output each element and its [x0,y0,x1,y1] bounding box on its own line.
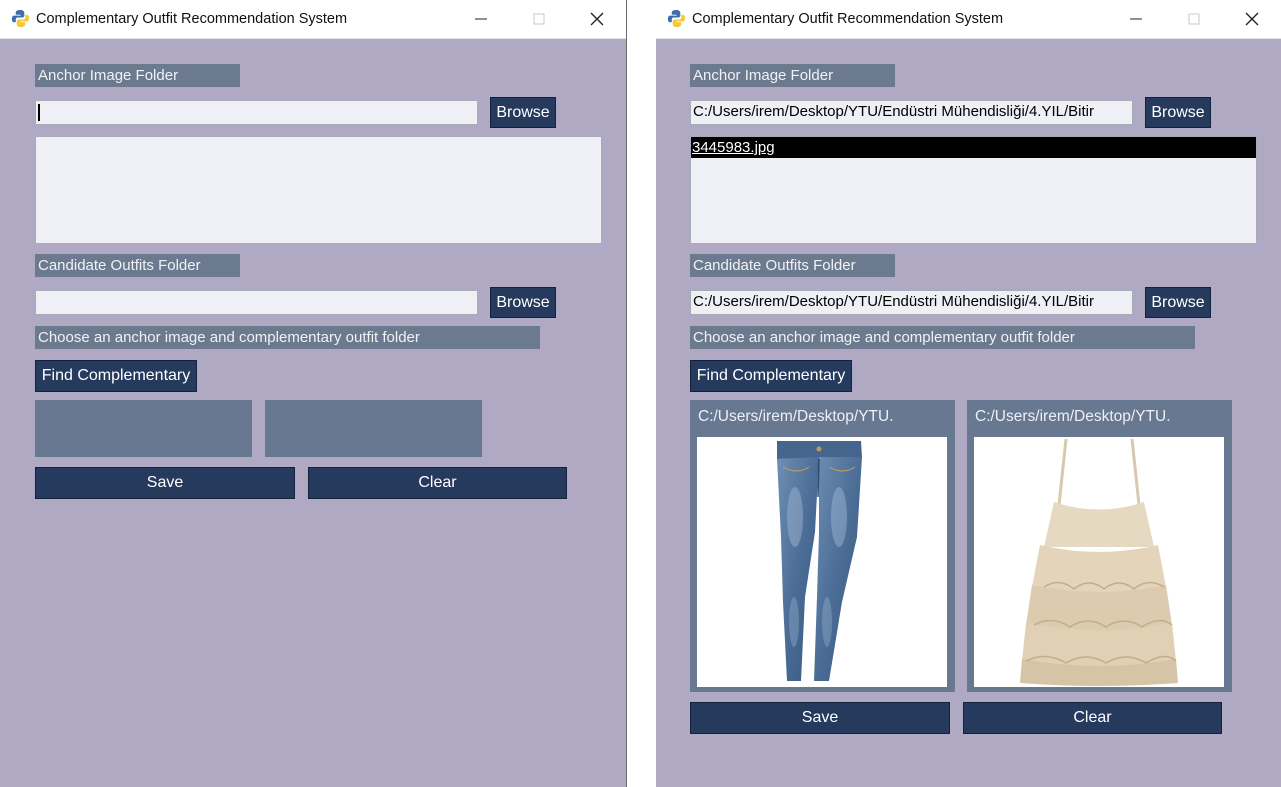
ruffled-top-icon [1020,438,1178,686]
result-panel: C:/Users/irem/Desktop/YTU. [967,400,1232,692]
candidate-folder-entry[interactable]: C:/Users/irem/Desktop/YTU/Endüstri Mühen… [690,290,1133,315]
candidate-browse-button[interactable]: Browse [1145,287,1211,318]
window-title: Complementary Outfit Recommendation Syst… [36,11,348,27]
minimize-button[interactable] [452,0,510,38]
save-button[interactable]: Save [35,467,295,499]
result-path: C:/Users/irem/Desktop/YTU. [975,408,1171,425]
result-panel: C:/Users/irem/Desktop/YTU. [690,400,955,692]
clear-button[interactable]: Clear [308,467,567,499]
result-panel-empty [265,400,482,457]
anchor-folder-path: C:/Users/irem/Desktop/YTU/Endüstri Mühen… [693,103,1094,120]
maximize-button[interactable] [1165,0,1223,38]
close-icon [590,12,604,26]
minimize-button[interactable] [1107,0,1165,38]
result-panel-empty [35,400,252,457]
anchor-browse-button[interactable]: Browse [1145,97,1211,128]
maximize-button[interactable] [510,0,568,38]
maximize-icon [1188,13,1200,25]
minimize-icon [475,18,487,20]
anchor-file-listbox[interactable] [35,136,602,244]
app-window-left: Complementary Outfit Recommendation Syst… [0,0,627,787]
minimize-icon [1130,18,1142,20]
anchor-file-listbox[interactable]: 3445983.jpg [690,136,1257,244]
title-bar[interactable]: Complementary Outfit Recommendation Syst… [0,0,626,39]
anchor-folder-entry[interactable]: C:/Users/irem/Desktop/YTU/Endüstri Mühen… [690,100,1133,125]
candidate-folder-label: Candidate Outfits Folder [690,254,895,277]
anchor-folder-entry[interactable] [35,100,478,125]
find-complementary-button[interactable]: Find Complementary [690,360,852,392]
status-message: Choose an anchor image and complementary… [35,326,540,349]
window-title: Complementary Outfit Recommendation Syst… [692,11,1004,27]
candidate-folder-entry[interactable] [35,290,478,315]
close-icon [1245,12,1259,26]
result-path: C:/Users/irem/Desktop/YTU. [698,408,894,425]
anchor-folder-label: Anchor Image Folder [35,64,240,87]
result-image-jeans [697,437,947,687]
close-button[interactable] [568,0,626,38]
candidate-browse-button[interactable]: Browse [490,287,556,318]
maximize-icon [533,13,545,25]
title-bar[interactable]: Complementary Outfit Recommendation Syst… [656,0,1281,39]
status-message: Choose an anchor image and complementary… [690,326,1195,349]
jeans-icon [777,441,862,681]
clear-button[interactable]: Clear [963,702,1222,734]
candidate-folder-label: Candidate Outfits Folder [35,254,240,277]
close-button[interactable] [1223,0,1281,38]
candidate-folder-path: C:/Users/irem/Desktop/YTU/Endüstri Mühen… [693,293,1094,310]
python-icon [667,9,686,28]
anchor-folder-label: Anchor Image Folder [690,64,895,87]
text-caret [38,104,40,121]
save-button[interactable]: Save [690,702,950,734]
python-icon [11,9,30,28]
list-item-selected[interactable]: 3445983.jpg [691,137,1256,158]
anchor-browse-button[interactable]: Browse [490,97,556,128]
result-image-ruffled-top [974,437,1224,687]
app-window-right: Complementary Outfit Recommendation Syst… [656,0,1281,787]
find-complementary-button[interactable]: Find Complementary [35,360,197,392]
